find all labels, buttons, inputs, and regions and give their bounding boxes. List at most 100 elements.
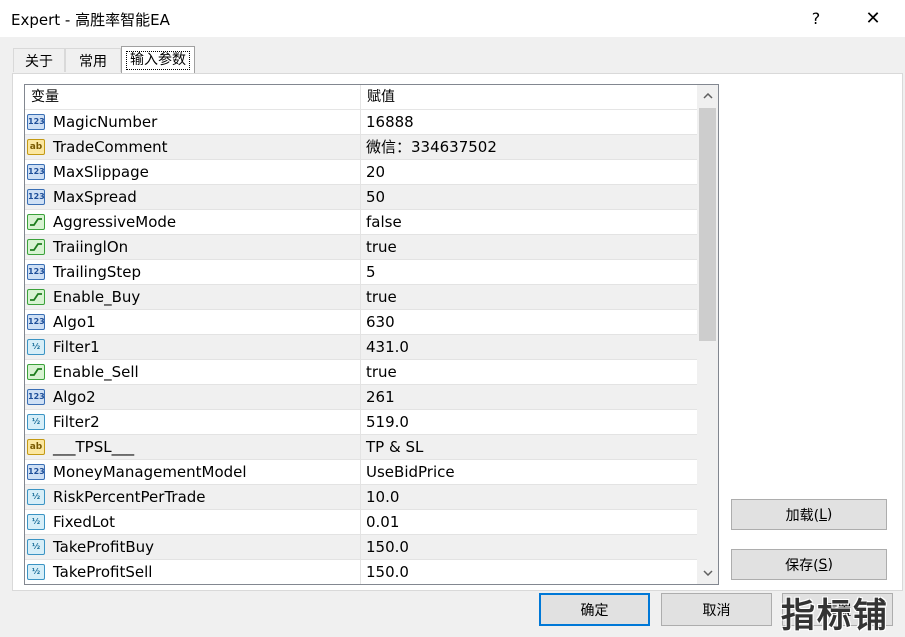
integer-type-icon: 123: [27, 189, 45, 205]
parameter-value[interactable]: 微信：334637502: [366, 135, 497, 159]
integer-type-icon: 123: [27, 464, 45, 480]
parameter-value[interactable]: 50: [366, 185, 385, 209]
parameter-name: AggressiveMode: [53, 213, 177, 231]
save-button[interactable]: 保存(S): [731, 549, 887, 580]
boolean-type-icon: [27, 214, 45, 230]
chevron-up-icon: [702, 93, 713, 99]
parameter-value[interactable]: false: [366, 210, 402, 234]
cancel-button[interactable]: 取消: [661, 593, 772, 626]
parameter-row[interactable]: 123 MagicNumber 16888: [25, 110, 697, 135]
parameter-row[interactable]: 123 MoneyManagementModel UseBidPrice: [25, 460, 697, 485]
double-type-icon: ½: [27, 489, 45, 505]
scroll-down-button[interactable]: [697, 562, 718, 584]
vertical-scrollbar[interactable]: [697, 85, 718, 584]
parameter-value[interactable]: true: [366, 285, 397, 309]
cell-divider: [360, 460, 361, 485]
parameter-name: Filter2: [53, 413, 100, 431]
parameter-value[interactable]: TP & SL: [366, 435, 423, 459]
parameter-name: ___TPSL___: [53, 438, 135, 456]
parameter-value[interactable]: 20: [366, 160, 385, 184]
parameter-row[interactable]: AggressiveMode false: [25, 210, 697, 235]
cell-divider: [360, 110, 361, 135]
ok-button[interactable]: 确定: [539, 593, 650, 626]
parameter-row[interactable]: ½ RiskPercentPerTrade 10.0: [25, 485, 697, 510]
boolean-type-icon: [27, 364, 45, 380]
cell-divider: [360, 385, 361, 410]
cell-divider: [360, 310, 361, 335]
tab-inputs[interactable]: 输入参数: [121, 46, 195, 73]
window-title: Expert - 高胜率智能EA: [11, 11, 170, 29]
parameter-value[interactable]: 150.0: [366, 560, 409, 584]
cell-divider: [360, 560, 361, 584]
parameter-value[interactable]: 10.0: [366, 485, 399, 509]
column-header-value[interactable]: 赋值: [367, 85, 395, 109]
parameter-row[interactable]: ½ TakeProfitSell 150.0: [25, 560, 697, 584]
parameter-row[interactable]: 123 MaxSpread 50: [25, 185, 697, 210]
cell-divider: [360, 360, 361, 385]
parameter-row[interactable]: Enable_Buy true: [25, 285, 697, 310]
parameter-row[interactable]: ½ FixedLot 0.01: [25, 510, 697, 535]
watermark-logo: 指标铺: [781, 596, 889, 636]
parameters-grid: 变量 赋值 123 MagicNumber 16888 ab TradeComment 微…: [24, 84, 719, 585]
parameter-name: TradeComment: [53, 138, 168, 156]
parameter-row[interactable]: 123 Algo2 261: [25, 385, 697, 410]
parameter-name: Filter1: [53, 338, 100, 356]
parameter-row[interactable]: 123 TrailingStep 5: [25, 260, 697, 285]
integer-type-icon: 123: [27, 264, 45, 280]
scrollbar-thumb[interactable]: [699, 108, 716, 341]
parameter-name: FixedLot: [53, 513, 116, 531]
parameter-value[interactable]: 630: [366, 310, 395, 334]
parameter-value[interactable]: true: [366, 235, 397, 259]
parameter-row[interactable]: 123 Algo1 630: [25, 310, 697, 335]
parameter-value[interactable]: 150.0: [366, 535, 409, 559]
parameter-value[interactable]: 16888: [366, 110, 414, 134]
cell-divider: [360, 185, 361, 210]
load-button[interactable]: 加载(L): [731, 499, 887, 530]
integer-type-icon: 123: [27, 164, 45, 180]
cell-divider: [360, 410, 361, 435]
parameter-name: TrailingStep: [53, 263, 142, 281]
parameter-row[interactable]: 123 MaxSlippage 20: [25, 160, 697, 185]
help-button[interactable]: ?: [793, 0, 839, 37]
grid-header: 变量 赋值: [25, 85, 697, 110]
double-type-icon: ½: [27, 564, 45, 580]
parameter-row[interactable]: ab TradeComment 微信：334637502: [25, 135, 697, 160]
boolean-type-icon: [27, 289, 45, 305]
parameter-name: Enable_Sell: [53, 363, 139, 381]
tab-common[interactable]: 常用: [65, 48, 121, 72]
cell-divider: [360, 435, 361, 460]
integer-type-icon: 123: [27, 114, 45, 130]
double-type-icon: ½: [27, 339, 45, 355]
cell-divider: [360, 485, 361, 510]
double-type-icon: ½: [27, 539, 45, 555]
column-header-variable[interactable]: 变量: [31, 85, 59, 109]
parameter-row[interactable]: ½ Filter1 431.0: [25, 335, 697, 360]
parameter-name: MagicNumber: [53, 113, 158, 131]
parameter-name: MaxSlippage: [53, 163, 149, 181]
parameter-value[interactable]: 261: [366, 385, 395, 409]
parameter-name: Enable_Buy: [53, 288, 141, 306]
parameter-name: MaxSpread: [53, 188, 137, 206]
cell-divider: [360, 335, 361, 360]
parameter-row[interactable]: ½ Filter2 519.0: [25, 410, 697, 435]
parameter-row[interactable]: ab ___TPSL___ TP & SL: [25, 435, 697, 460]
parameter-name: TraiinglOn: [53, 238, 129, 256]
parameter-row[interactable]: Enable_Sell true: [25, 360, 697, 385]
parameter-row[interactable]: ½ TakeProfitBuy 150.0: [25, 535, 697, 560]
boolean-type-icon: [27, 239, 45, 255]
parameter-row[interactable]: TraiinglOn true: [25, 235, 697, 260]
close-button[interactable]: ✕: [850, 0, 896, 37]
parameter-name: MoneyManagementModel: [53, 463, 247, 481]
cell-divider: [360, 260, 361, 285]
parameter-value[interactable]: 431.0: [366, 335, 409, 359]
cell-divider: [360, 285, 361, 310]
tab-about[interactable]: 关于: [13, 48, 65, 72]
parameter-value[interactable]: 5: [366, 260, 376, 284]
parameter-name: TakeProfitSell: [53, 563, 153, 581]
column-divider[interactable]: [360, 85, 361, 109]
parameter-value[interactable]: 0.01: [366, 510, 399, 534]
parameter-value[interactable]: true: [366, 360, 397, 384]
scroll-up-button[interactable]: [697, 85, 718, 107]
parameter-value[interactable]: UseBidPrice: [366, 460, 455, 484]
parameter-value[interactable]: 519.0: [366, 410, 409, 434]
